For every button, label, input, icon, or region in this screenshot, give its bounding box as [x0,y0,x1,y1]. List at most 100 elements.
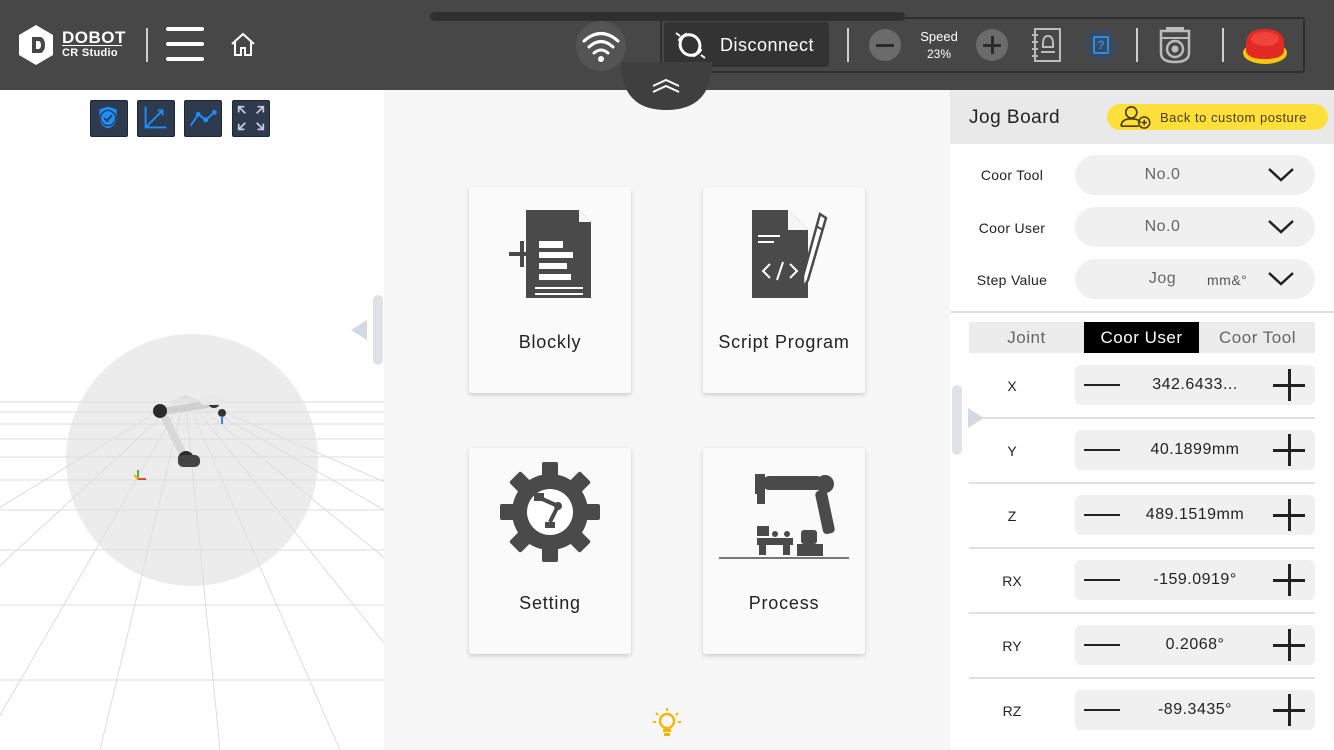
robot-3d-view[interactable] [0,90,384,750]
header-divider [847,28,849,62]
axis-z-plus-button[interactable] [1271,497,1307,533]
axis-label-rz: RZ [1002,703,1022,719]
axis-control-y: 40.1899mm [1075,430,1315,470]
speed-label: Speed [920,29,958,44]
axis-x-value: 342.6433... [1152,376,1238,393]
tips-button[interactable] [653,707,681,739]
menu-button[interactable] [165,25,205,63]
coordinate-view-button[interactable] [137,100,175,137]
collapse-top-button[interactable] [621,62,712,110]
header-divider [1222,28,1224,62]
axis-rx-plus-button[interactable] [1271,562,1307,598]
log-notebook-icon [1032,28,1061,62]
coor-user-select[interactable]: No.0 [1075,207,1315,247]
axis-ry-minus-button[interactable] [1083,627,1120,663]
coordinate-axes-icon [144,106,167,129]
step-value-label: Step Value [976,272,1048,288]
chevron-down-icon [1268,272,1294,286]
axis-x-plus-button[interactable] [1271,367,1307,403]
axis-divider [969,417,1315,419]
axis-divider [969,677,1315,679]
trajectory-view-button[interactable] [184,100,222,137]
3d-scene [0,334,384,750]
jog-divider [950,311,1334,313]
axis-z-minus-button[interactable] [1083,497,1120,533]
axis-rz-minus-button[interactable] [1083,692,1120,728]
axis-rx-minus-button[interactable] [1083,562,1120,598]
script-program-icon [752,210,828,298]
collapse-left-panel-button[interactable] [349,295,385,365]
coor-tool-select[interactable]: No.0 [1075,155,1315,195]
axis-z-value: 489.1519mm [1145,506,1245,523]
camera-icon [1159,27,1191,64]
tab-coor-tool[interactable]: Coor Tool [1200,322,1315,353]
script-program-card[interactable]: Script Program [703,187,865,393]
jog-board-panel: Jog Board Back to custom posture Coor To… [950,90,1334,750]
axis-x-minus-button[interactable] [1083,367,1120,403]
disconnect-link-icon [675,32,706,59]
log-button[interactable] [1030,27,1064,63]
emergency-stop-button[interactable] [1241,24,1289,66]
axis-control-rz: -89.3435° [1075,690,1315,730]
fullscreen-button[interactable] [232,100,270,137]
help-icon: ? [1093,36,1109,54]
speed-value: 23% [926,47,952,61]
speed-decrease-button[interactable] [869,29,901,61]
axis-label-ry: RY [1002,638,1022,654]
arrow-left-icon [351,295,383,365]
step-value-select[interactable]: Jog mm&° [1075,259,1315,299]
axis-divider [969,612,1315,614]
axis-control-z: 489.1519mm [1075,495,1315,535]
coor-user-value: No.0 [1144,218,1181,235]
collapse-right-panel-button[interactable] [950,385,986,455]
axis-control-x: 342.6433... [1075,365,1315,405]
script-program-label: Script Program [718,332,850,352]
axis-divider [969,482,1315,484]
dobot-logo: DOBOT CR Studio [17,24,137,66]
product-name: CR Studio [62,47,118,59]
camera-button[interactable] [1156,25,1194,65]
coor-user-label: Coor User [978,220,1046,236]
dobot-hex-logo-icon [19,25,53,65]
back-to-custom-posture-button[interactable]: Back to custom posture [1107,104,1328,130]
tab-coor-user[interactable]: Coor User [1084,322,1199,353]
process-robot-icon [719,474,849,559]
speed-increase-button[interactable] [976,29,1008,61]
axis-divider [969,547,1315,549]
blockly-document-icon [509,210,591,298]
lightbulb-icon [653,708,681,736]
home-button[interactable] [229,31,257,59]
coor-tool-label: Coor Tool [980,167,1044,183]
setting-gear-icon [500,462,600,562]
help-button[interactable]: ? [1084,28,1118,62]
axis-ry-plus-button[interactable] [1271,627,1307,663]
axis-rz-plus-button[interactable] [1271,692,1307,728]
axis-y-plus-button[interactable] [1271,432,1307,468]
jog-board-title: Jog Board [969,107,1061,128]
double-chevron-up-icon [621,62,712,110]
trajectory-path-icon [189,109,217,127]
wifi-icon [582,32,620,62]
blockly-card[interactable]: Blockly [469,187,631,393]
axis-label-rx: RX [1002,573,1022,589]
chevron-down-icon [1268,168,1294,182]
axis-control-ry: 0.2068° [1075,625,1315,665]
arrow-right-icon [952,385,984,455]
axis-y-minus-button[interactable] [1083,432,1120,468]
home-icon [231,32,255,56]
tab-joint[interactable]: Joint [969,322,1084,353]
safety-view-button[interactable] [90,100,128,137]
process-label: Process [748,593,820,613]
axis-ry-value: 0.2068° [1165,636,1225,653]
header-divider [1136,28,1138,62]
setting-card[interactable]: Setting [469,448,631,654]
fullscreen-expand-icon [237,105,265,131]
user-posture-icon [1120,106,1151,129]
wifi-button[interactable] [576,21,626,71]
disconnect-label: Disconnect [720,35,815,55]
hamburger-menu-icon [166,27,204,61]
process-card[interactable]: Process [703,448,865,654]
coor-tool-value: No.0 [1144,166,1181,183]
disconnect-button[interactable]: Disconnect [664,22,829,67]
header-divider [146,28,148,62]
